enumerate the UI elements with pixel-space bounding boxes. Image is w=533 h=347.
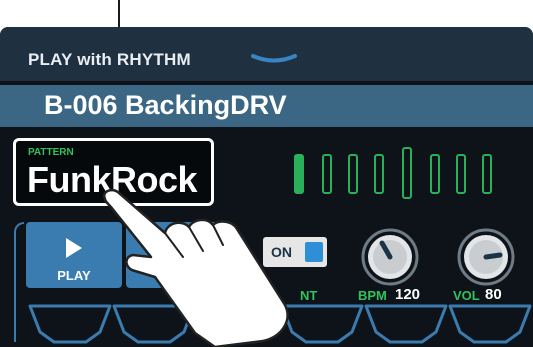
volume-knob-icon[interactable] [456,227,516,287]
preset-bar[interactable]: B-006 BackingDRV [0,85,533,127]
volume-label: VOL [453,288,480,303]
step-indicator-5 [402,147,412,199]
step-indicator-7 [456,154,466,194]
toggle-param-label: NT [300,288,318,303]
preset-name: B-006 BackingDRV [44,90,287,120]
step-indicator-1 [294,154,304,194]
step-indicator-3 [348,154,358,194]
header-bar: PLAY with RHYTHM [0,27,533,81]
hand-pointer-icon [102,188,289,347]
mode-title: PLAY with RHYTHM [28,50,191,69]
play-icon [66,238,82,258]
bpm-knob-icon[interactable] [360,227,420,287]
toggle-knob [305,242,323,262]
pattern-label: PATTERN [28,147,74,158]
chevron-down-icon[interactable] [250,53,298,67]
step-indicator-8 [482,154,492,194]
volume-value: 80 [485,286,502,303]
step-indicator-6 [430,154,440,194]
step-indicator-2 [322,154,332,194]
bpm-value: 120 [395,286,421,303]
bpm-label: BPM [358,288,387,303]
step-indicator-4 [374,154,384,194]
